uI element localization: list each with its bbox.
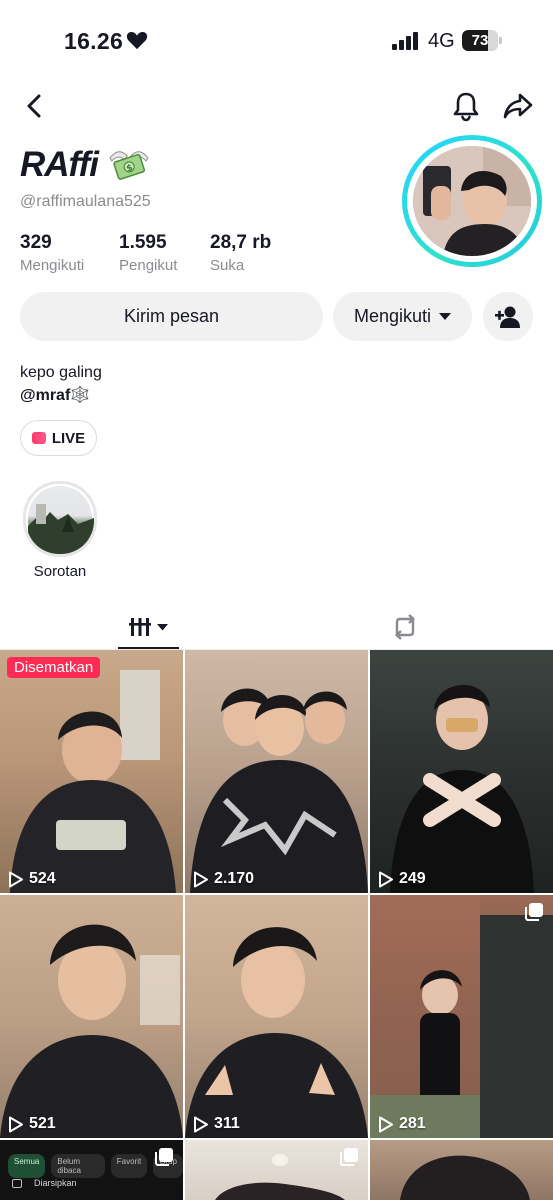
add-friend-icon: [495, 306, 520, 328]
play-icon: [194, 1116, 208, 1132]
tab-videos[interactable]: [118, 610, 179, 644]
likes-count: 28,7 rb: [210, 232, 272, 253]
view-count: 311: [193, 1115, 240, 1133]
chat-filter-chip: Semua: [8, 1154, 46, 1178]
multi-photo-icon: [155, 1148, 173, 1166]
battery-percent: 73: [471, 32, 489, 49]
likes-stat[interactable]: 28,7 rb Suka: [210, 232, 271, 274]
money-with-wings-icon: $: [109, 151, 149, 180]
avatar: [413, 146, 531, 256]
bell-icon[interactable]: [450, 90, 482, 122]
video-tile[interactable]: [185, 1140, 368, 1200]
multi-photo-icon: [525, 903, 543, 921]
play-icon: [194, 871, 208, 887]
following-label: Mengikuti: [20, 257, 85, 274]
video-tile[interactable]: 249: [370, 650, 553, 893]
username-handle: @raffimaulana525: [20, 193, 151, 210]
send-message-label: Kirim pesan: [123, 306, 220, 326]
add-friend-button[interactable]: [483, 292, 533, 341]
avatar-story-ring[interactable]: [402, 135, 542, 267]
archived-row: Diarsipkan: [12, 1178, 77, 1188]
active-tab-indicator: [118, 647, 179, 649]
play-icon: [9, 1116, 23, 1132]
pinned-badge: Disematkan: [7, 657, 101, 678]
profile-tabs: [0, 600, 553, 650]
view-count: 2.170: [193, 870, 254, 888]
video-grid: Disematkan 524 2.170 249 521 311 281 Sem…: [0, 650, 553, 1200]
followers-stat[interactable]: 1.595 Pengikut: [119, 232, 177, 274]
video-tile[interactable]: 281: [370, 895, 553, 1138]
video-tile[interactable]: 2.170: [185, 650, 368, 893]
display-name: RAffi: [20, 145, 99, 184]
view-count: 524: [8, 870, 56, 888]
followers-label: Pengikut: [119, 257, 178, 274]
highlight-thumbnail[interactable]: [23, 481, 97, 557]
following-button-label: Mengikuti: [353, 306, 432, 326]
play-icon: [379, 1116, 393, 1132]
likes-label: Suka: [210, 257, 245, 274]
following-count: 329: [20, 232, 52, 253]
share-icon[interactable]: [502, 90, 534, 122]
signal-icon: [392, 32, 418, 50]
followers-count: 1.595: [119, 232, 167, 253]
tab-reposts[interactable]: [380, 610, 430, 644]
bio-text: kepo galing: [20, 364, 102, 381]
video-tile[interactable]: [370, 1140, 553, 1200]
following-stat[interactable]: 329 Mengikuti: [20, 232, 84, 274]
view-count: 521: [8, 1115, 56, 1133]
video-grid-icon: [129, 618, 151, 636]
live-bars-icon: [31, 432, 46, 444]
multi-photo-icon: [340, 1148, 358, 1166]
chat-filter-chip: Favorit: [110, 1154, 148, 1178]
view-count: 249: [378, 870, 426, 888]
battery-icon: 73: [462, 30, 502, 51]
video-tile[interactable]: 311: [185, 895, 368, 1138]
live-label: LIVE: [51, 429, 86, 447]
network-type: 4G: [428, 30, 455, 52]
video-tile[interactable]: 521: [0, 895, 183, 1138]
send-message-button[interactable]: Kirim pesan: [20, 292, 323, 341]
chat-filter-chip: Belum dibaca: [51, 1154, 105, 1178]
status-bar: 16.26 4G 73: [0, 0, 553, 80]
caret-down-icon: [157, 623, 168, 630]
video-tile[interactable]: Disematkan 524: [0, 650, 183, 893]
archived-label: Diarsipkan: [34, 1178, 77, 1188]
view-count: 281: [378, 1115, 426, 1133]
following-dropdown-button[interactable]: Mengikuti: [333, 292, 472, 341]
heart-icon: [126, 31, 148, 50]
caret-down-icon: [439, 312, 452, 320]
repost-icon: [395, 614, 415, 640]
play-icon: [379, 871, 393, 887]
play-icon: [9, 871, 23, 887]
archive-icon: [12, 1178, 22, 1188]
status-time: 16.26: [64, 28, 124, 54]
bio-mention-link[interactable]: @mraf🕸️: [20, 385, 90, 405]
highlight-label: Sorotan: [33, 563, 87, 580]
back-arrow-icon[interactable]: [20, 90, 52, 122]
live-button[interactable]: LIVE: [20, 420, 97, 456]
video-tile[interactable]: Semua Belum dibaca Favorit Grup Diarsipk…: [0, 1140, 183, 1200]
